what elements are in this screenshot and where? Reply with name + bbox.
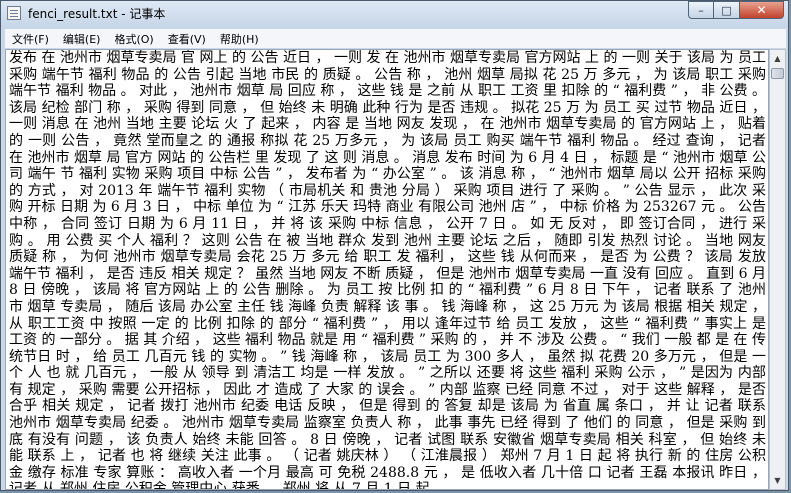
maximize-icon: □ bbox=[721, 3, 732, 17]
menu-format[interactable]: 格式(O) bbox=[107, 31, 160, 47]
vertical-scrollbar[interactable]: ▲ ▼ bbox=[769, 49, 786, 490]
menu-edit[interactable]: 编辑(E) bbox=[56, 31, 108, 47]
scroll-thumb[interactable] bbox=[771, 68, 784, 79]
notepad-window: fenci_result.txt - 记事本 – □ ✕ 文件(F) 编辑(E)… bbox=[0, 0, 789, 491]
window-title: fenci_result.txt - 记事本 bbox=[28, 7, 166, 21]
maximize-button[interactable]: □ bbox=[714, 1, 740, 19]
minimize-button[interactable]: – bbox=[688, 1, 714, 19]
menu-help[interactable]: 帮助(H) bbox=[213, 31, 266, 47]
text-editor[interactable]: 发布 在 池州市 烟草专卖局 官 网上 的 公告 近日 ， 一则 发 在 池州市… bbox=[5, 49, 769, 490]
scroll-down-arrow-icon[interactable]: ▼ bbox=[771, 473, 784, 488]
close-button[interactable]: ✕ bbox=[740, 1, 784, 19]
close-icon: ✕ bbox=[756, 3, 767, 17]
menu-file[interactable]: 文件(F) bbox=[5, 31, 56, 47]
window-controls: – □ ✕ bbox=[688, 1, 784, 20]
title-bar[interactable]: fenci_result.txt - 记事本 – □ ✕ bbox=[1, 1, 788, 26]
document-text[interactable]: 发布 在 池州市 烟草专卖局 官 网上 的 公告 近日 ， 一则 发 在 池州市… bbox=[6, 50, 768, 489]
notepad-app-icon bbox=[7, 6, 21, 20]
minimize-icon: – bbox=[698, 3, 704, 17]
menu-bar: 文件(F) 编辑(E) 格式(O) 查看(V) 帮助(H) bbox=[5, 29, 786, 48]
menu-view[interactable]: 查看(V) bbox=[161, 31, 213, 47]
scroll-up-arrow-icon[interactable]: ▲ bbox=[771, 51, 784, 66]
